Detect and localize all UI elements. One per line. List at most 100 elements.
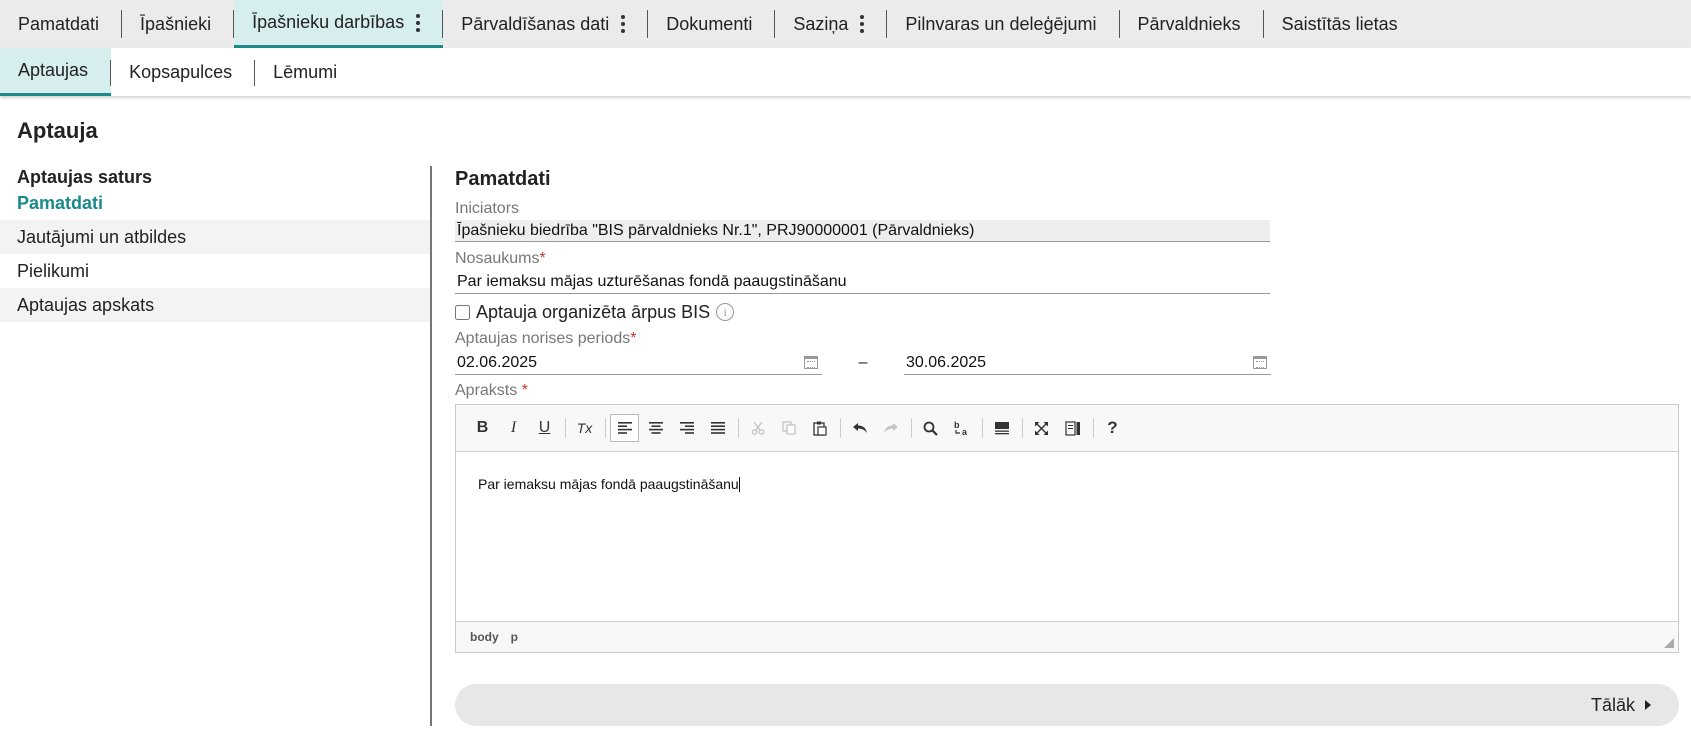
subtab-kopsapulces[interactable]: Kopsapulces — [111, 48, 256, 96]
tab-label: Pārvaldnieks — [1137, 13, 1241, 34]
outside-bis-checkbox[interactable] — [455, 304, 470, 320]
next-button[interactable]: Tālāk — [1591, 695, 1651, 716]
period-separator: – — [858, 354, 868, 371]
calendar-icon[interactable] — [804, 356, 818, 369]
description-label-text: Apraksts — [455, 382, 518, 399]
page-title: Aptauja — [17, 118, 98, 143]
maximize-icon[interactable] — [1027, 414, 1056, 442]
tab-pamatdati[interactable]: Pamatdati — [0, 0, 123, 48]
calendar-icon[interactable] — [1253, 356, 1267, 369]
subtab-lemumi[interactable]: Lēmumi — [255, 48, 360, 96]
required-mark: * — [630, 330, 637, 347]
nav-item-questions[interactable]: Jautājumi un atbildes — [0, 220, 430, 254]
replace-icon[interactable]: ba — [947, 414, 976, 442]
path-element-body[interactable]: body — [470, 630, 499, 644]
show-blocks-icon[interactable] — [1058, 414, 1087, 442]
align-right-icon[interactable] — [672, 414, 701, 442]
remove-format-button[interactable]: Tx — [570, 414, 599, 442]
more-vertical-icon[interactable] — [860, 14, 865, 34]
subtab-aptaujas[interactable]: Aptaujas — [0, 48, 112, 96]
period-to-field[interactable]: 30.06.2025 — [904, 351, 1271, 375]
path-element-p[interactable]: p — [511, 630, 518, 644]
subtab-label: Kopsapulces — [129, 61, 233, 82]
required-mark: * — [539, 250, 546, 267]
toolbar-separator — [738, 418, 739, 438]
tab-dokumenti[interactable]: Dokumenti — [648, 0, 776, 48]
copy-icon[interactable] — [774, 414, 803, 442]
period-from-value: 02.06.2025 — [457, 353, 538, 371]
svg-text:b: b — [954, 420, 960, 430]
initiator-label: Iniciators — [455, 200, 520, 217]
subtab-label: Lēmumi — [273, 61, 338, 82]
period-label-text: Aptaujas norises periods — [455, 330, 631, 347]
tab-ipasnieku-darbibas[interactable]: Īpašnieku darbības — [234, 0, 444, 48]
bold-button[interactable]: B — [468, 414, 497, 442]
vertical-divider — [430, 166, 432, 726]
tab-pilnvaras[interactable]: Pilnvaras un deleģējumi — [887, 0, 1120, 48]
tab-parvaldisanas-dati[interactable]: Pārvaldīšanas dati — [443, 0, 649, 48]
nav-item-overview[interactable]: Aptaujas apskats — [0, 288, 430, 322]
help-icon[interactable]: ? — [1098, 414, 1127, 442]
align-center-icon[interactable] — [641, 414, 670, 442]
main-tab-bar: Pamatdati Īpašnieki Īpašnieku darbības P… — [0, 0, 1691, 48]
more-vertical-icon[interactable] — [416, 13, 421, 33]
tab-label: Īpašnieki — [140, 13, 212, 34]
period-from-field[interactable]: 02.06.2025 — [455, 351, 822, 375]
info-icon[interactable]: i — [716, 303, 735, 321]
description-text: Par iemaksu mājas fondā paaugstināšanu — [478, 476, 739, 492]
name-label: Nosaukums* — [455, 248, 1675, 270]
tab-saistitas-lietas[interactable]: Saistītās lietas — [1264, 0, 1421, 48]
toolbar-separator — [982, 418, 983, 438]
nav-item-attachments[interactable]: Pielikumi — [0, 254, 430, 288]
name-input[interactable] — [455, 270, 1270, 294]
underline-button[interactable]: U — [530, 414, 559, 442]
arrow-right-icon — [1645, 700, 1651, 710]
footer-bar: Tālāk — [455, 684, 1679, 726]
outside-bis-option[interactable]: Aptauja organizēta ārpus BIS i — [455, 300, 1675, 324]
text-caret — [738, 477, 740, 492]
next-button-label: Tālāk — [1590, 694, 1635, 715]
tab-label: Saziņa — [793, 13, 849, 34]
toolbar-separator — [1022, 418, 1023, 438]
nav-item-pamatdati[interactable]: Pamatdati — [0, 190, 430, 216]
period-row: 02.06.2025 – 30.06.2025 — [455, 350, 1675, 376]
toolbar-separator — [1093, 418, 1094, 438]
redo-icon[interactable] — [876, 414, 905, 442]
description-label: Apraksts * — [455, 380, 1675, 402]
survey-content-nav: Aptaujas saturs Pamatdati Jautājumi un a… — [0, 164, 430, 322]
outside-bis-label: Aptauja organizēta ārpus BIS — [476, 301, 711, 322]
italic-button[interactable]: I — [499, 414, 528, 442]
tab-label: Saistītās lietas — [1281, 13, 1398, 34]
subtab-label: Aptaujas — [18, 60, 89, 80]
tab-label: Pamatdati — [18, 13, 100, 34]
template-icon[interactable] — [987, 414, 1016, 442]
period-label: Aptaujas norises periods* — [455, 328, 1675, 350]
more-vertical-icon[interactable] — [621, 14, 626, 34]
basic-data-form: Pamatdati Iniciators Īpašnieku biedrība … — [455, 164, 1679, 653]
required-mark: * — [517, 382, 528, 399]
toolbar-separator — [605, 418, 606, 438]
resize-handle-icon[interactable] — [1664, 638, 1674, 648]
nav-heading: Aptaujas saturs — [17, 167, 153, 187]
editor-content[interactable]: Par iemaksu mājas fondā paaugstināšanu — [456, 452, 1678, 621]
find-icon[interactable] — [916, 414, 945, 442]
tab-parvaldnieks[interactable]: Pārvaldnieks — [1120, 0, 1264, 48]
name-label-text: Nosaukums — [455, 250, 540, 267]
cut-icon[interactable] — [743, 414, 772, 442]
toolbar-separator — [840, 418, 841, 438]
paste-icon[interactable] — [805, 414, 834, 442]
toolbar-separator — [911, 418, 912, 438]
align-left-icon[interactable] — [610, 414, 639, 442]
undo-icon[interactable] — [845, 414, 874, 442]
tab-label: Pilnvaras un deleģējumi — [905, 13, 1097, 34]
rich-text-editor: B I U Tx b a ? Par iemaksu mājas fondā p… — [455, 404, 1679, 653]
tab-sazina[interactable]: Saziņa — [775, 0, 888, 48]
sub-tab-bar: Aptaujas Kopsapulces Lēmumi — [0, 48, 1691, 96]
tab-label: Dokumenti — [666, 13, 753, 34]
toolbar-separator — [565, 418, 566, 438]
align-justify-icon[interactable] — [703, 414, 732, 442]
tab-ipasnieki[interactable]: Īpašnieki — [122, 0, 235, 48]
period-to-value: 30.06.2025 — [906, 353, 987, 371]
initiator-field: Īpašnieku biedrība "BIS pārvaldnieks Nr.… — [455, 220, 1270, 242]
svg-text:a: a — [962, 427, 968, 436]
